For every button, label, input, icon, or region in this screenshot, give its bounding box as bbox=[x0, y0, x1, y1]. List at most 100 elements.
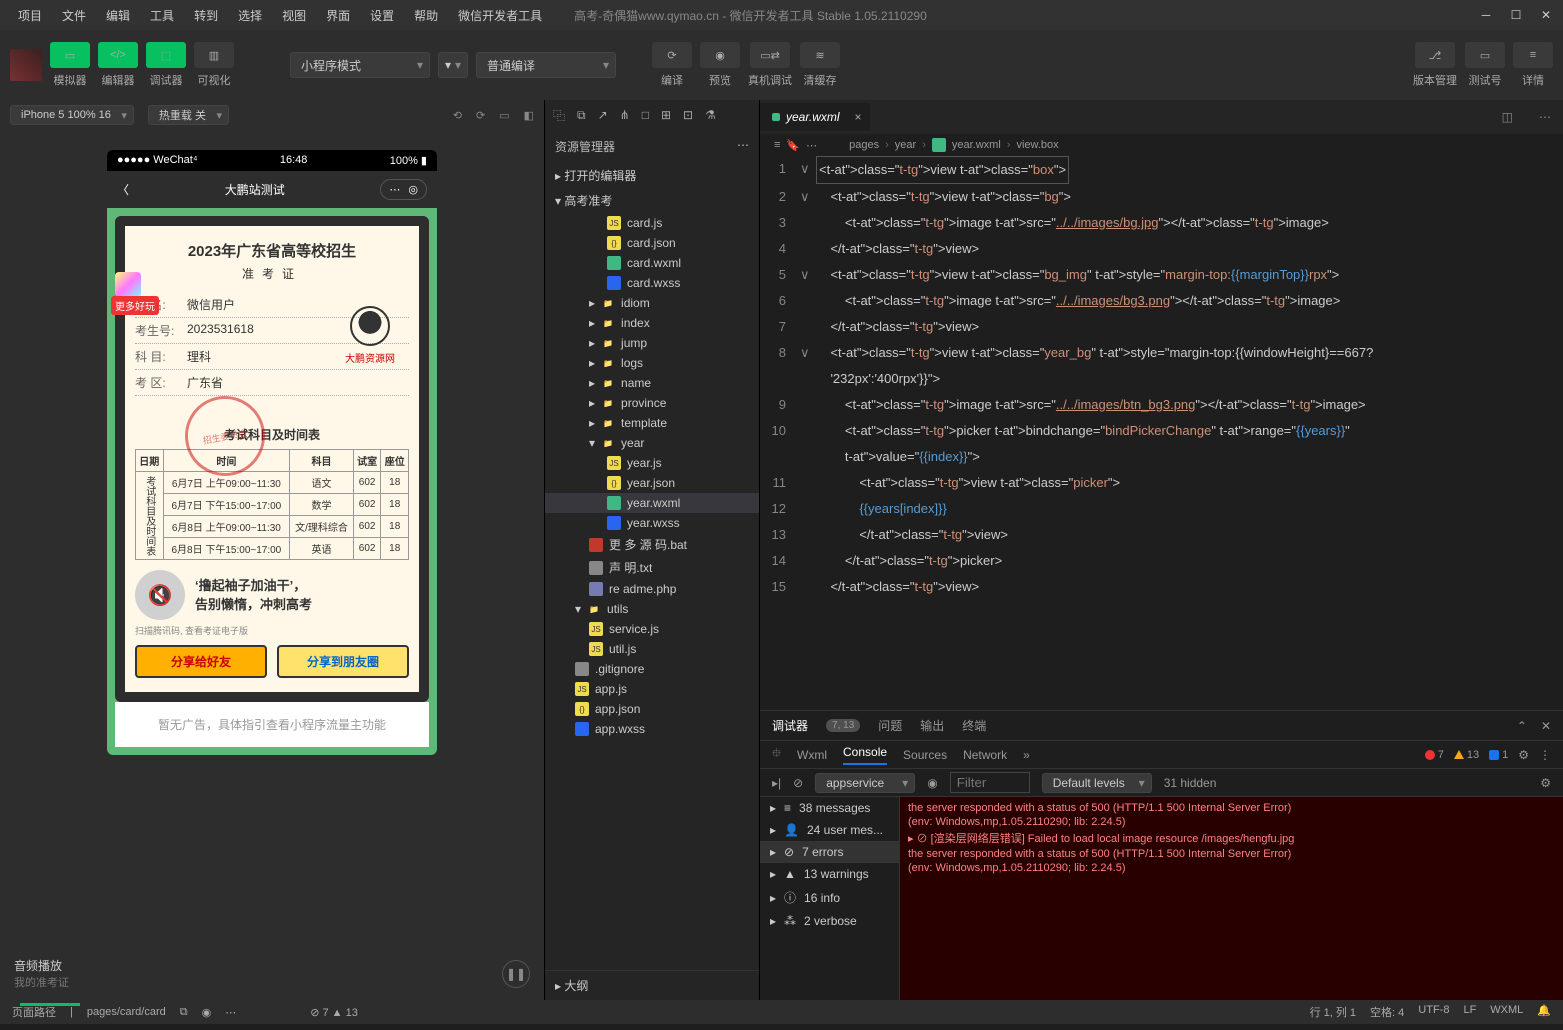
crumb-file[interactable]: year.wxml bbox=[952, 139, 1001, 151]
phone-simulator[interactable]: ●●●●● WeChat⁴ 16:48 100% ▮ 〈 大鹏站测试 ⋯◎ 更多… bbox=[107, 150, 437, 755]
ext3-tab-icon[interactable]: ⊡ bbox=[683, 108, 693, 122]
remote-debug-button[interactable]: ▭⇄ bbox=[750, 42, 790, 68]
debugger-toggle[interactable]: ⬚ bbox=[146, 42, 186, 68]
menu-tools[interactable]: 工具 bbox=[142, 3, 182, 28]
editor-more-icon[interactable]: ⋯ bbox=[1527, 110, 1563, 124]
file-year.wxss[interactable]: year.wxss bbox=[545, 513, 759, 533]
file-template[interactable]: ▸📁template bbox=[545, 413, 759, 433]
encoding-status[interactable]: UTF-8 bbox=[1418, 1004, 1449, 1020]
code-line[interactable]: 3 <t-at">class="t-tg">image t-at">src=".… bbox=[760, 210, 1563, 236]
code-line[interactable]: t-at">value="{{index}}"> bbox=[760, 444, 1563, 470]
file-service.js[interactable]: JSservice.js bbox=[545, 619, 759, 639]
file-year[interactable]: ▾📁year bbox=[545, 433, 759, 453]
file-utils[interactable]: ▾📁utils bbox=[545, 599, 759, 619]
close-icon[interactable]: ✕ bbox=[1539, 8, 1553, 22]
code-line[interactable]: '232px':'400rpx'}}"> bbox=[760, 366, 1563, 392]
menu-select[interactable]: 选择 bbox=[230, 3, 270, 28]
editor-tab-year-wxml[interactable]: year.wxml × bbox=[760, 103, 870, 131]
debugger-tab[interactable]: 调试器 bbox=[772, 717, 808, 734]
branch-tab-icon[interactable]: ⋔ bbox=[620, 108, 630, 122]
ext4-tab-icon[interactable]: ⚗ bbox=[705, 108, 716, 122]
detail-button[interactable]: ≡ bbox=[1513, 42, 1553, 68]
tool-gear-icon[interactable]: ⚙ bbox=[1540, 776, 1551, 790]
more-subtabs-icon[interactable]: » bbox=[1023, 748, 1030, 762]
file-idiom[interactable]: ▸📁idiom bbox=[545, 293, 759, 313]
back-icon[interactable]: 〈 bbox=[117, 181, 129, 198]
version-button[interactable]: ⎇ bbox=[1415, 42, 1455, 68]
explorer-tab-icon[interactable]: ⿻ bbox=[553, 107, 565, 124]
menu-settings[interactable]: 设置 bbox=[362, 3, 402, 28]
code-line[interactable]: 10 <t-at">class="t-tg">picker t-at">bind… bbox=[760, 418, 1563, 444]
file-card.wxss[interactable]: card.wxss bbox=[545, 273, 759, 293]
code-line[interactable]: 4 </t-at">class="t-tg">view> bbox=[760, 236, 1563, 262]
cursor-position[interactable]: 行 1, 列 1 bbox=[1310, 1004, 1356, 1020]
console-filter-24 user mes...[interactable]: ▸👤24 user mes... bbox=[760, 819, 899, 841]
file-card.js[interactable]: JScard.js bbox=[545, 213, 759, 233]
console-filter-38 messages[interactable]: ▸≡38 messages bbox=[760, 797, 899, 819]
compile-type-select[interactable]: 普通编译 bbox=[476, 52, 616, 78]
log-line[interactable]: (env: Windows,mp,1.05.2110290; lib: 2.24… bbox=[908, 861, 1555, 875]
code-line[interactable]: 14 </t-at">class="t-tg">picker> bbox=[760, 548, 1563, 574]
cube-icon[interactable] bbox=[115, 272, 141, 298]
crumb-year[interactable]: year bbox=[895, 139, 916, 151]
hot-reload-select[interactable]: 热重载 关 bbox=[148, 105, 229, 125]
file-更 多 源 码.bat[interactable]: 更 多 源 码.bat bbox=[545, 533, 759, 556]
filter-input[interactable] bbox=[950, 772, 1030, 793]
levels-select[interactable]: Default levels bbox=[1042, 773, 1152, 793]
compile-mode-select[interactable]: 小程序模式 bbox=[290, 52, 430, 78]
crumb-pages[interactable]: pages bbox=[849, 139, 879, 151]
file-util.js[interactable]: JSutil.js bbox=[545, 639, 759, 659]
dock-icon[interactable]: ◧ bbox=[524, 109, 534, 122]
menu-wxdev[interactable]: 微信开发者工具 bbox=[450, 3, 550, 28]
console-log[interactable]: the server responded with a status of 50… bbox=[900, 797, 1563, 1000]
log-line[interactable]: the server responded with a status of 50… bbox=[908, 847, 1555, 861]
problems-tab[interactable]: 问题 bbox=[878, 717, 902, 734]
code-line[interactable]: 9 <t-at">class="t-tg">image t-at">src=".… bbox=[760, 392, 1563, 418]
file-card.wxml[interactable]: card.wxml bbox=[545, 253, 759, 273]
project-root[interactable]: ▾ 高考准考 bbox=[545, 188, 759, 213]
scope-select[interactable]: appservice bbox=[815, 773, 915, 793]
code-line[interactable]: 8∨ <t-at">class="t-tg">view t-at">class=… bbox=[760, 340, 1563, 366]
file-.gitignore[interactable]: .gitignore bbox=[545, 659, 759, 679]
code-line[interactable]: 1∨<t-at">class="t-tg">view t-at">class="… bbox=[760, 156, 1563, 184]
file-name[interactable]: ▸📁name bbox=[545, 373, 759, 393]
bookmark-icon[interactable]: 🔖 bbox=[786, 139, 800, 152]
file-province[interactable]: ▸📁province bbox=[545, 393, 759, 413]
toggle-sidebar-icon[interactable]: ▸| bbox=[772, 776, 781, 790]
file-app.wxss[interactable]: app.wxss bbox=[545, 719, 759, 739]
file-app.js[interactable]: JSapp.js bbox=[545, 679, 759, 699]
visual-toggle[interactable]: ▥ bbox=[194, 42, 234, 68]
split-editor-icon[interactable]: ◫ bbox=[1490, 110, 1525, 124]
minimize-icon[interactable]: ─ bbox=[1479, 8, 1493, 22]
code-line[interactable]: 5∨ <t-at">class="t-tg">view t-at">class=… bbox=[760, 262, 1563, 288]
console-filter-16 info[interactable]: ▸ⓘ16 info bbox=[760, 885, 899, 910]
menu-file[interactable]: 文件 bbox=[54, 3, 94, 28]
menu-project[interactable]: 项目 bbox=[10, 3, 50, 28]
file-声 明.txt[interactable]: 声 明.txt bbox=[545, 556, 759, 579]
inspect-icon[interactable]: ⯐ bbox=[772, 744, 781, 765]
wxml-subtab[interactable]: Wxml bbox=[797, 748, 827, 762]
clear-console-icon[interactable]: ⊘ bbox=[793, 776, 803, 790]
device-select[interactable]: iPhone 5 100% 16 bbox=[10, 105, 134, 125]
maximize-icon[interactable]: ☐ bbox=[1509, 8, 1523, 22]
preview-button[interactable]: ◉ bbox=[700, 42, 740, 68]
pause-icon[interactable]: ❚❚ bbox=[502, 960, 530, 988]
avatar[interactable] bbox=[10, 49, 42, 81]
output-tab[interactable]: 输出 bbox=[920, 717, 944, 734]
explorer-more-icon[interactable]: ⋯ bbox=[737, 138, 749, 155]
outline-section[interactable]: ▸ 大纲 bbox=[545, 970, 759, 1000]
rotate-icon[interactable]: ⟲ bbox=[453, 109, 462, 122]
log-line[interactable]: the server responded with a status of 50… bbox=[908, 801, 1555, 815]
more-gutter-icon[interactable]: ⋯ bbox=[806, 139, 817, 152]
hidden-count[interactable]: 31 hidden bbox=[1164, 776, 1217, 790]
menu-help[interactable]: 帮助 bbox=[406, 3, 446, 28]
more-games-badge[interactable]: 更多好玩 bbox=[111, 296, 159, 315]
log-line[interactable]: ▸ ⊘ [渲染层网络层错误] Failed to load local imag… bbox=[908, 829, 1555, 847]
code-line[interactable]: 2∨ <t-at">class="t-tg">view t-at">class=… bbox=[760, 184, 1563, 210]
file-index[interactable]: ▸📁index bbox=[545, 313, 759, 333]
console-filter-7 errors[interactable]: ▸⊘7 errors bbox=[760, 841, 899, 863]
breadcrumb[interactable]: ≡ 🔖 ⋯ pages› year› year.wxml› view.box bbox=[760, 134, 1563, 156]
ext1-tab-icon[interactable]: □ bbox=[642, 108, 649, 122]
close-panel-icon[interactable]: ✕ bbox=[1541, 719, 1551, 733]
sources-subtab[interactable]: Sources bbox=[903, 748, 947, 762]
